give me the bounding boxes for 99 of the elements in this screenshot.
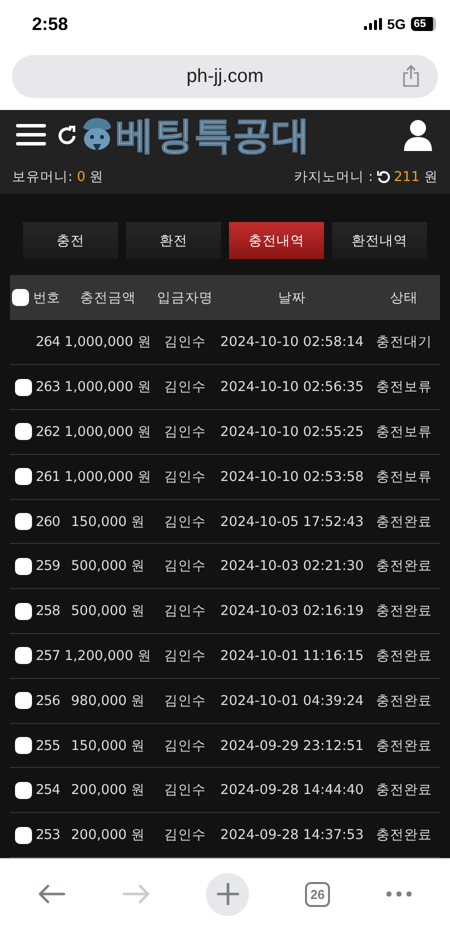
table-cell: 충전보류 [376, 422, 432, 441]
casino-label: 카지노머니 : [294, 168, 373, 186]
dog-mascot-icon [80, 116, 114, 154]
reload-icon[interactable] [376, 170, 390, 184]
table-cell: 충전완료 [376, 602, 432, 620]
table-cell: 김인수 [164, 736, 206, 754]
checkbox[interactable] [12, 289, 29, 306]
share-icon[interactable] [402, 65, 420, 87]
table-cell: 충전완료 [376, 512, 432, 531]
tab-count-button[interactable]: 26 [305, 882, 330, 906]
refresh-icon[interactable] [56, 124, 78, 146]
table-cell: 255 [36, 738, 60, 754]
table-cell: 1,000,000 원 [64, 422, 152, 441]
table-cell: 257 [36, 648, 60, 664]
table-cell: 충전보류 [376, 378, 432, 396]
checkbox[interactable] [14, 513, 32, 530]
table-cell: 김인수 [164, 781, 206, 800]
checkbox[interactable] [14, 423, 32, 440]
column-header: 입금자명 [157, 288, 213, 307]
checkbox[interactable] [14, 692, 32, 710]
checkbox[interactable] [14, 378, 32, 396]
checkbox[interactable] [14, 737, 32, 754]
table-cell: 김인수 [164, 826, 206, 844]
table-cell: 2024-10-10 02:53:58 [220, 468, 364, 485]
casino-balance: 211 원 [394, 168, 438, 186]
table-cell: 2024-10-05 17:52:43 [220, 514, 364, 530]
table-cell: 김인수 [164, 512, 206, 531]
table-cell: 충전완료 [376, 781, 432, 800]
table-cell: 2024-10-01 04:39:24 [220, 692, 364, 709]
checkbox[interactable] [14, 468, 32, 486]
table-cell: 2024-10-10 02:58:14 [220, 334, 364, 350]
more-icon[interactable] [386, 891, 412, 897]
table-cell: 500,000 원 [70, 602, 146, 620]
table-cell: 2024-09-29 23:12:51 [220, 738, 364, 754]
user-icon[interactable] [404, 118, 432, 151]
table-cell: 260 [36, 514, 60, 530]
checkbox[interactable] [14, 647, 32, 664]
column-header: 상태 [390, 288, 418, 307]
table-cell: 256 [36, 692, 60, 709]
table-cell: 김인수 [164, 468, 206, 486]
column-header: 충전금액 [80, 288, 136, 307]
table-cell: 2024-09-28 14:44:40 [220, 782, 364, 798]
table-cell: 2024-10-03 02:21:30 [220, 558, 364, 574]
table-cell: 1,000,000 원 [64, 468, 152, 486]
tab[interactable]: 충전내역 [229, 222, 324, 260]
table-cell: 200,000 원 [70, 781, 146, 800]
table-cell: 254 [36, 782, 60, 798]
checkbox[interactable] [14, 602, 32, 620]
table-cell: 김인수 [164, 602, 206, 620]
table-cell: 충전완료 [376, 557, 432, 576]
table-cell: 김인수 [164, 378, 206, 396]
checkbox[interactable] [14, 826, 32, 844]
table-cell: 충전완료 [376, 826, 432, 844]
tab[interactable]: 충전 [23, 222, 118, 260]
table-cell: 충전완료 [376, 646, 432, 665]
tab[interactable]: 환전 [126, 222, 221, 260]
table-cell: 충전완료 [376, 692, 432, 710]
table-cell: 150,000 원 [70, 512, 146, 531]
table-cell: 김인수 [164, 646, 206, 665]
table-cell: 2024-10-03 02:16:19 [220, 603, 364, 620]
table-cell: 258 [36, 603, 60, 620]
table-cell: 259 [36, 558, 60, 574]
column-header: 날짜 [278, 288, 306, 307]
battery-indicator: 65 [410, 17, 436, 31]
table-cell: 200,000 원 [70, 826, 146, 844]
table-cell: 충전완료 [376, 736, 432, 754]
table-cell: 충전보류 [376, 468, 432, 486]
table-cell: 253 [36, 827, 60, 844]
table-cell: 김인수 [164, 333, 206, 352]
menu-icon[interactable] [16, 122, 46, 147]
table-cell: 김인수 [164, 557, 206, 576]
table-cell: 1,200,000 원 [64, 646, 152, 665]
table-cell: 충전대기 [376, 333, 432, 352]
tab[interactable]: 환전내역 [332, 222, 427, 260]
table-cell: 2024-10-10 02:56:35 [220, 379, 364, 396]
network-label: 5G [387, 16, 406, 32]
table-cell: 263 [36, 379, 60, 396]
table-cell: 261 [36, 468, 60, 485]
table-cell: 262 [36, 424, 60, 440]
table-cell: 2024-10-01 11:16:15 [220, 648, 364, 664]
table-cell: 1,000,000 원 [64, 378, 152, 396]
status-time: 2:58 [32, 14, 68, 34]
table-cell: 264 [36, 334, 60, 350]
table-cell: 김인수 [164, 692, 206, 710]
checkbox[interactable] [14, 782, 32, 799]
table-cell: 2024-09-28 14:37:53 [220, 827, 364, 844]
table-cell: 김인수 [164, 422, 206, 441]
table-cell: 500,000 원 [70, 557, 146, 576]
address-bar[interactable]: ph-jj.com [12, 55, 438, 98]
table-cell: 2024-10-10 02:55:25 [220, 424, 364, 440]
balance-text: 보유머니: 0 원 [12, 168, 104, 186]
table-cell: 980,000 원 [70, 692, 146, 710]
checkbox[interactable] [14, 558, 32, 575]
back-arrow-icon[interactable] [38, 884, 66, 904]
table-cell: 150,000 원 [70, 736, 146, 754]
signal-icon [364, 18, 382, 30]
column-header: 번호 [33, 288, 60, 307]
table-cell: 1,000,000 원 [64, 333, 152, 352]
plus-icon[interactable] [216, 883, 239, 905]
